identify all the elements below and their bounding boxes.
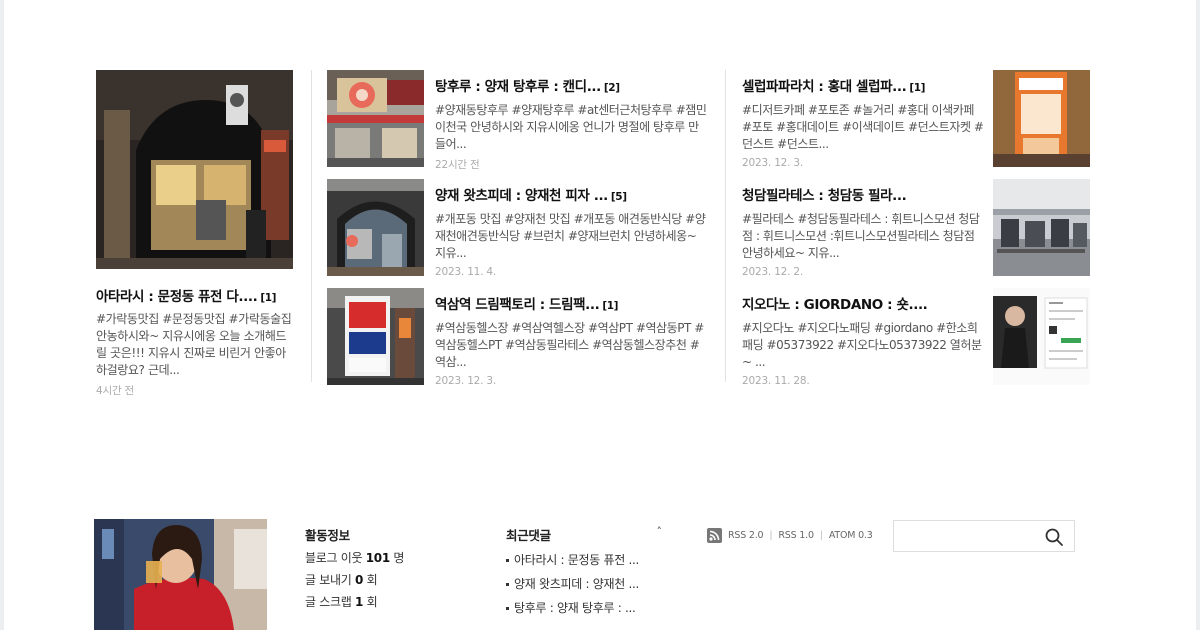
- post-body: 역삼역 드림팩토리 : 드림팩... [1] #역삼동헬스장 #역삼역헬스장 #역…: [435, 293, 707, 387]
- post-time: 2023. 11. 28.: [742, 375, 810, 387]
- post-item[interactable]: 청담필라테스 : 청담동 필라... #필라테스 #청담동필라테스 : 휘트니스…: [742, 179, 1122, 278]
- post-title[interactable]: 역삼역 드림팩토리 : 드림팩... [1]: [435, 293, 707, 313]
- comment-count: [1]: [602, 300, 619, 312]
- stat-neighbors: 블로그 이웃 101 명: [305, 551, 405, 565]
- feed-links: RSS 2.0 | RSS 1.0 | ATOM 0.3: [707, 528, 873, 543]
- post-excerpt: #필라테스 #청담동필라테스 : 휘트니스모션 청담점 : 휘트니스모션 :휘트…: [742, 212, 980, 260]
- comment-count: [5]: [610, 191, 627, 203]
- post-thumbnail[interactable]: [327, 70, 424, 167]
- featured-post-title[interactable]: 아타라시 : 문정동 퓨전 다.... [1]: [96, 285, 296, 305]
- featured-post-time: 4시간 전: [96, 385, 134, 397]
- post-time: 2023. 12. 3.: [742, 157, 804, 169]
- post-body: 양재 왓츠피데 : 양재천 피자 ... [5] #개포동 맛집 #양재천 맛집 …: [435, 184, 707, 278]
- post-excerpt: #디저트카페 #포토존 #놀거리 #홍대 이색카페 #포토 #홍대데이트 #이색…: [742, 103, 984, 151]
- post-item[interactable]: 지오다노 : GIORDANO : 숏.... #지오다노 #지오다노패딩 #g…: [742, 288, 1122, 387]
- recent-comments: 최근댓글 ˄ 아타라시 : 문정동 퓨전 ... 양재 왓츠피데 : 양재천 .…: [506, 525, 666, 616]
- search-box: [893, 520, 1075, 552]
- activity-title: 활동정보: [305, 528, 350, 543]
- post-excerpt: #역삼동헬스장 #역삼역헬스장 #역삼PT #역삼동PT #역삼동헬스PT #역…: [435, 321, 704, 369]
- post-body: 지오다노 : GIORDANO : 숏.... #지오다노 #지오다노패딩 #g…: [742, 293, 984, 387]
- recent-comment-item[interactable]: 아타라시 : 문정동 퓨전 ...: [506, 551, 666, 568]
- post-title[interactable]: 양재 왓츠피데 : 양재천 피자 ... [5]: [435, 184, 707, 204]
- atom-link[interactable]: ATOM 0.3: [829, 530, 873, 541]
- post-item[interactable]: 역삼역 드림팩토리 : 드림팩... [1] #역삼동헬스장 #역삼역헬스장 #역…: [327, 288, 707, 387]
- post-thumbnail[interactable]: [993, 179, 1090, 276]
- post-time: 2023. 11. 4.: [435, 266, 497, 278]
- activity-info: 활동정보 블로그 이웃 101 명 글 보내기 0 회 글 스크랩 1 회: [305, 525, 455, 610]
- recent-comments-title: 최근댓글: [506, 528, 551, 543]
- rss-icon[interactable]: [707, 528, 722, 543]
- profile-image[interactable]: [94, 519, 267, 630]
- post-body: 탕후루 : 양재 탕후루 : 캔디... [2] #양재동탕후루 #양재탕후루 #…: [435, 75, 707, 172]
- stat-scraps: 글 스크랩 1 회: [305, 595, 378, 609]
- post-excerpt: #양재동탕후루 #양재탕후루 #at센터근처탕후루 #잼민이천국 안녕하시와 지…: [435, 103, 707, 151]
- column-divider: [725, 70, 726, 382]
- recent-comment-item[interactable]: 양재 왓츠피데 : 양재천 ...: [506, 575, 666, 592]
- featured-post[interactable]: 아타라시 : 문정동 퓨전 다.... [1] #가락동맛집 #문정동맛집 #가락…: [96, 70, 296, 398]
- featured-thumbnail[interactable]: [96, 70, 293, 269]
- post-thumbnail[interactable]: [993, 288, 1090, 385]
- post-item[interactable]: 셀럽파파라치 : 홍대 셀럽파... [1] #디저트카페 #포토존 #놀거리 #…: [742, 70, 1122, 169]
- search-input[interactable]: [902, 522, 1046, 552]
- rss-1-link[interactable]: RSS 1.0: [778, 530, 814, 541]
- post-thumbnail[interactable]: [327, 288, 424, 385]
- recent-comment-item[interactable]: 탕후루 : 양재 탕후루 : ...: [506, 599, 666, 616]
- stat-sends: 글 보내기 0 회: [305, 573, 378, 587]
- comment-count: [1]: [260, 292, 277, 304]
- post-item[interactable]: 양재 왓츠피데 : 양재천 피자 ... [5] #개포동 맛집 #양재천 맛집 …: [327, 179, 707, 278]
- post-body: 청담필라테스 : 청담동 필라... #필라테스 #청담동필라테스 : 휘트니스…: [742, 184, 984, 278]
- collapse-caret-icon[interactable]: ˄: [657, 525, 663, 538]
- comment-count: [2]: [603, 82, 620, 94]
- post-time: 2023. 12. 3.: [435, 375, 497, 387]
- post-excerpt: #지오다노 #지오다노패딩 #giordano #한소희패딩 #05373922…: [742, 321, 982, 369]
- comment-count: [1]: [909, 82, 926, 94]
- post-title[interactable]: 탕후루 : 양재 탕후루 : 캔디... [2]: [435, 75, 707, 95]
- search-icon[interactable]: [1044, 527, 1064, 547]
- post-title[interactable]: 지오다노 : GIORDANO : 숏....: [742, 293, 984, 313]
- post-title[interactable]: 청담필라테스 : 청담동 필라...: [742, 184, 984, 204]
- post-body: 셀럽파파라치 : 홍대 셀럽파... [1] #디저트카페 #포토존 #놀거리 #…: [742, 75, 984, 169]
- post-time: 2023. 12. 2.: [742, 266, 804, 278]
- featured-post-excerpt: #가락동맛집 #문정동맛집 #가락동술집 안농하시와~ 지유시에옹 오늘 소개해…: [96, 312, 292, 377]
- column-divider: [311, 70, 312, 382]
- post-thumbnail[interactable]: [993, 70, 1090, 167]
- blog-page: 아타라시 : 문정동 퓨전 다.... [1] #가락동맛집 #문정동맛집 #가락…: [4, 0, 1196, 630]
- post-time: 22시간 전: [435, 159, 480, 171]
- post-item[interactable]: 탕후루 : 양재 탕후루 : 캔디... [2] #양재동탕후루 #양재탕후루 #…: [327, 70, 707, 171]
- post-thumbnail[interactable]: [327, 179, 424, 276]
- post-excerpt: #개포동 맛집 #양재천 맛집 #개포동 애견동반식당 #양재천애견동반식당 #…: [435, 212, 706, 260]
- rss-2-link[interactable]: RSS 2.0: [728, 530, 764, 541]
- post-title[interactable]: 셀럽파파라치 : 홍대 셀럽파... [1]: [742, 75, 984, 95]
